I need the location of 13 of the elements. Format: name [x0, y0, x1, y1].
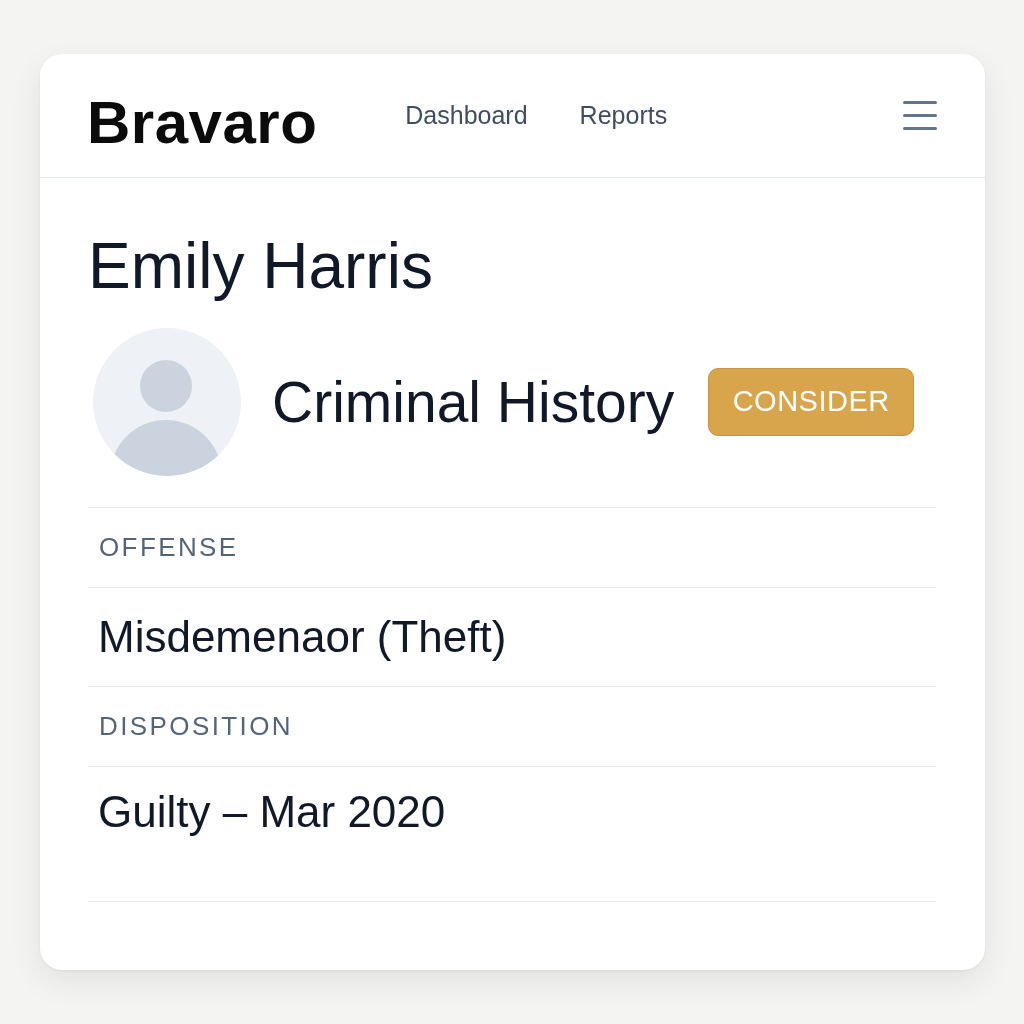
section-title: Criminal History — [272, 368, 675, 435]
person-name: Emily Harris — [88, 229, 434, 304]
status-badge: CONSIDER — [708, 367, 915, 436]
field-value: Misdemenaor (Theft) — [88, 587, 936, 687]
field-label: OFFENSE — [88, 507, 936, 588]
menu-button[interactable] — [903, 101, 937, 130]
menu-icon — [903, 101, 937, 130]
nav-link[interactable]: Reports — [579, 101, 668, 130]
user-avatar-icon — [93, 327, 241, 476]
nav-link[interactable]: Dashboard — [405, 101, 528, 130]
field-value: Guilty – Mar 2020 — [88, 766, 936, 902]
brand-logo: Bravaro — [87, 88, 318, 157]
field-label: DISPOSITION — [88, 686, 936, 767]
